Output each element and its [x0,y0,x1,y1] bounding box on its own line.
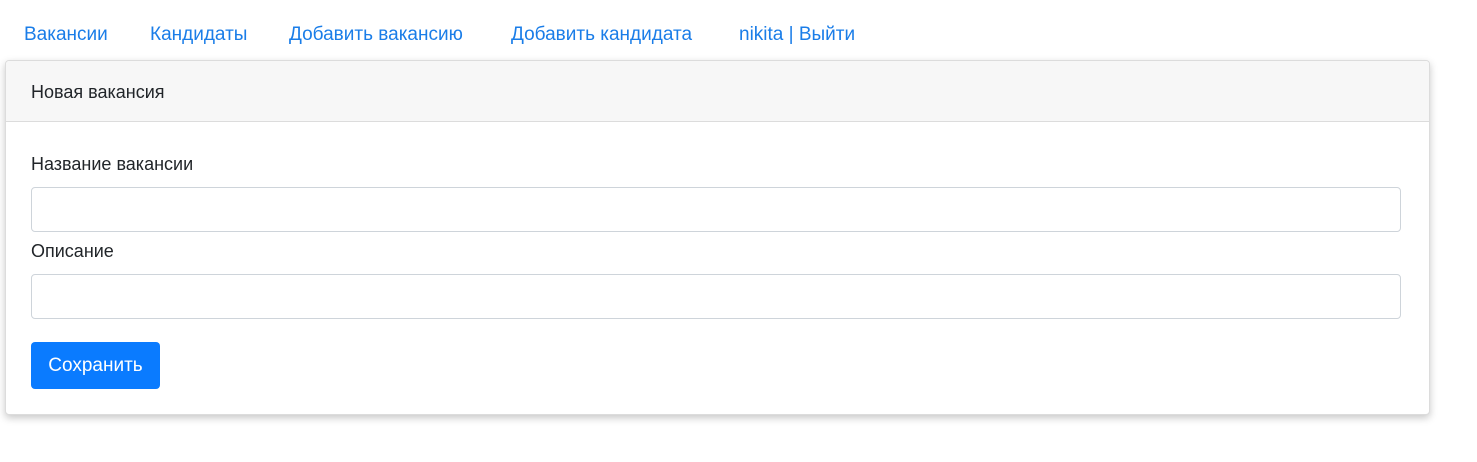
nav-link-add-candidate[interactable]: Добавить кандидата [511,22,692,48]
save-button[interactable]: Сохранить [31,342,160,389]
vacancy-name-input[interactable] [31,187,1401,232]
nav-link-candidates[interactable]: Кандидаты [150,22,247,48]
description-input[interactable] [31,274,1401,319]
new-vacancy-card: Новая вакансия Название вакансии Описани… [5,60,1430,415]
nav-link-add-vacancy[interactable]: Добавить вакансию [289,22,463,48]
card-title: Новая вакансия [31,82,165,102]
top-nav: Вакансии Кандидаты Добавить вакансию Доб… [0,0,1477,60]
card-header: Новая вакансия [6,61,1429,122]
nav-link-user-logout[interactable]: nikita | Выйти [739,22,855,48]
description-label: Описание [31,241,114,261]
vacancy-name-label: Название вакансии [31,154,194,174]
nav-link-vacancies[interactable]: Вакансии [24,22,108,48]
